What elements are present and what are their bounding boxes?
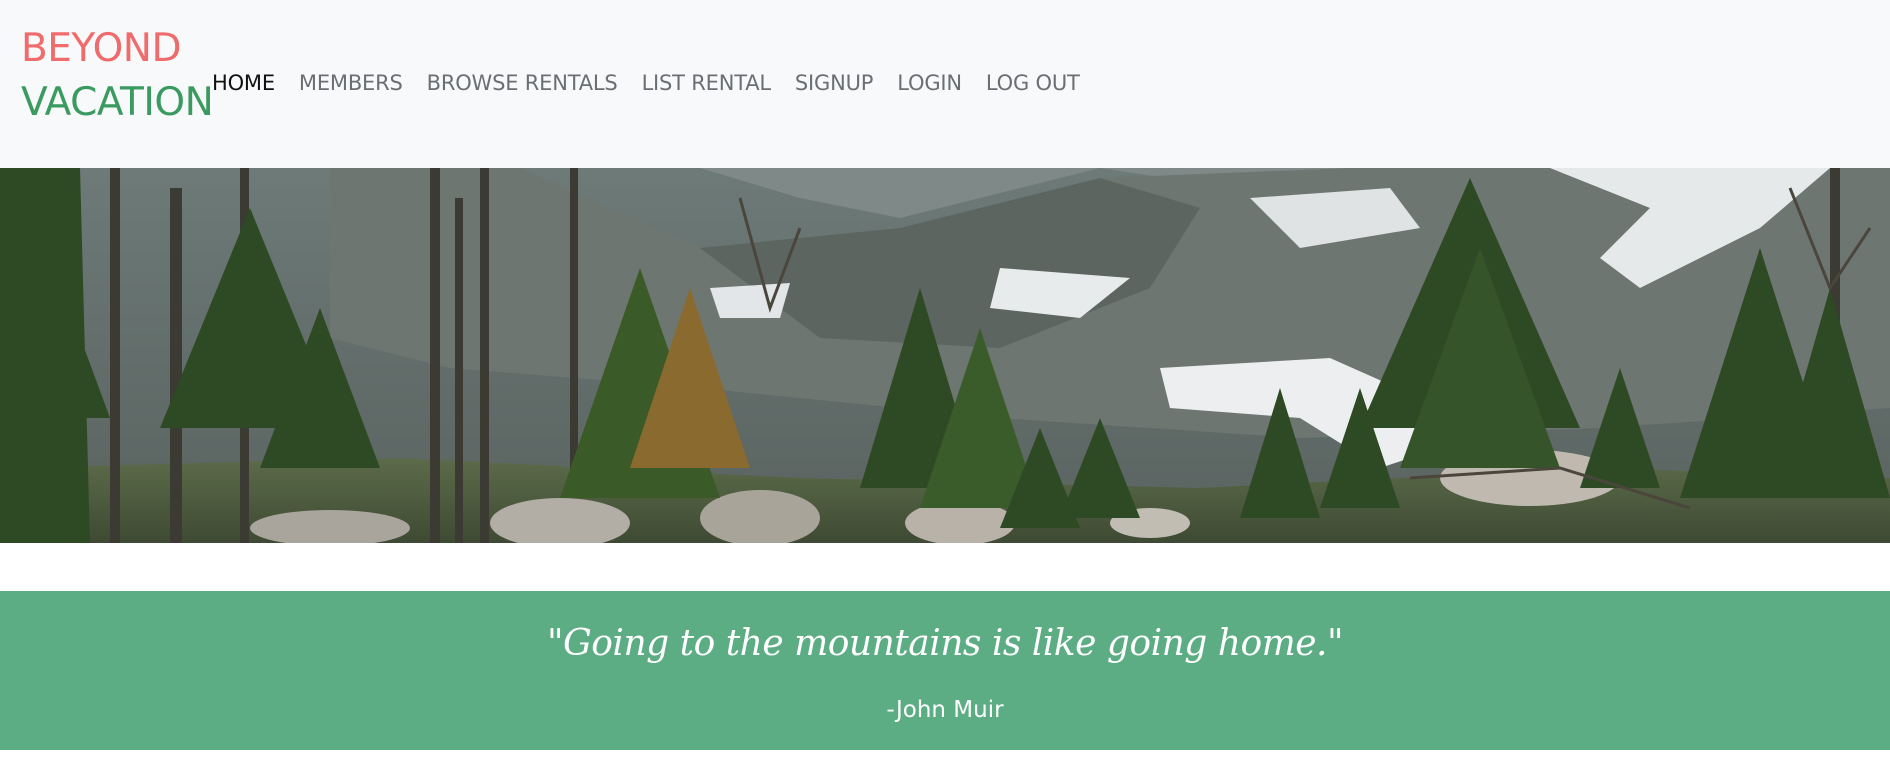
brand-logo[interactable]: BEYOND VACATION [21, 22, 214, 130]
nav-item-list-rental[interactable]: LIST RENTAL [642, 68, 772, 98]
hero-banner-image [0, 168, 1890, 543]
nav-item-browse-rentals[interactable]: BROWSE RENTALS [427, 68, 618, 98]
nav-item-home[interactable]: HOME [212, 68, 275, 98]
nav-item-login[interactable]: LOGIN [897, 68, 962, 98]
quote-text: "Going to the mountains is like going ho… [546, 623, 1344, 664]
nav-item-signup[interactable]: SIGNUP [795, 68, 874, 98]
navbar: BEYOND VACATION HOME MEMBERS BROWSE RENT… [0, 0, 1890, 168]
quote-author: -John Muir [886, 697, 1004, 723]
mountain-landscape-illustration [0, 168, 1890, 543]
brand-line-2: VACATION [21, 80, 214, 125]
nav-item-members[interactable]: MEMBERS [299, 68, 403, 98]
quote-section: "Going to the mountains is like going ho… [0, 591, 1890, 750]
brand-line-1: BEYOND [21, 26, 182, 71]
nav-item-log-out[interactable]: LOG OUT [986, 68, 1080, 98]
nav-menu: HOME MEMBERS BROWSE RENTALS LIST RENTAL … [212, 68, 1104, 98]
